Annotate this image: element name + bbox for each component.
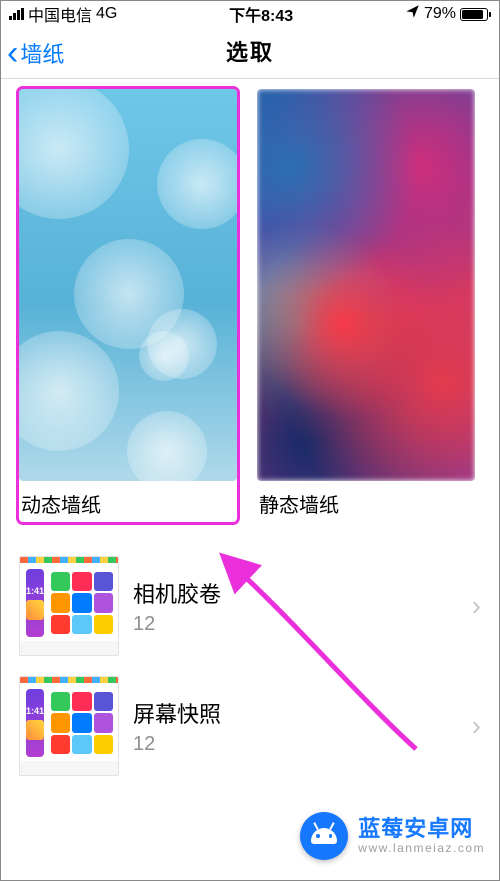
status-time: 下午8:43 (229, 2, 293, 26)
status-bar: 中国电信 4G 下午8:43 79% (1, 1, 499, 27)
album-count: 12 (133, 613, 481, 636)
category-dynamic[interactable]: 动态墙纸 (19, 89, 237, 522)
category-dynamic-thumb (19, 89, 237, 481)
watermark: 蓝莓安卓网 www.lanmeiaz.com (300, 812, 485, 860)
chevron-right-icon: › (472, 590, 481, 622)
location-icon (405, 4, 420, 24)
album-list: 1:41 相机胶卷 12 › 1:41 (1, 526, 499, 786)
album-info: 相机胶卷 12 (133, 577, 481, 636)
album-row-screenshots[interactable]: 1:41 屏幕快照 12 › (1, 666, 499, 786)
carrier-label: 中国电信 (28, 2, 92, 26)
category-static-thumb (257, 89, 475, 481)
watermark-logo-icon (300, 812, 348, 860)
album-info: 屏幕快照 12 (133, 697, 481, 756)
category-static[interactable]: 静态墙纸 (257, 89, 475, 522)
wallpaper-categories: 动态墙纸 静态墙纸 (1, 79, 499, 526)
album-title: 屏幕快照 (133, 697, 481, 729)
album-count: 12 (133, 733, 481, 756)
watermark-url: www.lanmeiaz.com (358, 842, 485, 856)
watermark-brand: 蓝莓安卓网 (358, 816, 485, 841)
album-title: 相机胶卷 (133, 577, 481, 609)
nav-bar: ‹ 墙纸 选取 (1, 27, 499, 79)
signal-icon (9, 8, 24, 20)
network-label: 4G (96, 5, 117, 23)
category-dynamic-label: 动态墙纸 (19, 481, 237, 518)
album-thumb: 1:41 (19, 556, 119, 656)
category-static-label: 静态墙纸 (257, 481, 475, 518)
page-title: 选取 (1, 27, 499, 79)
album-thumb: 1:41 (19, 676, 119, 776)
status-left: 中国电信 4G (9, 2, 117, 26)
battery-pct: 79% (424, 5, 456, 23)
chevron-right-icon: › (472, 710, 481, 742)
album-row-camera-roll[interactable]: 1:41 相机胶卷 12 › (1, 546, 499, 666)
battery-icon (460, 8, 491, 21)
status-right: 79% (405, 4, 491, 24)
